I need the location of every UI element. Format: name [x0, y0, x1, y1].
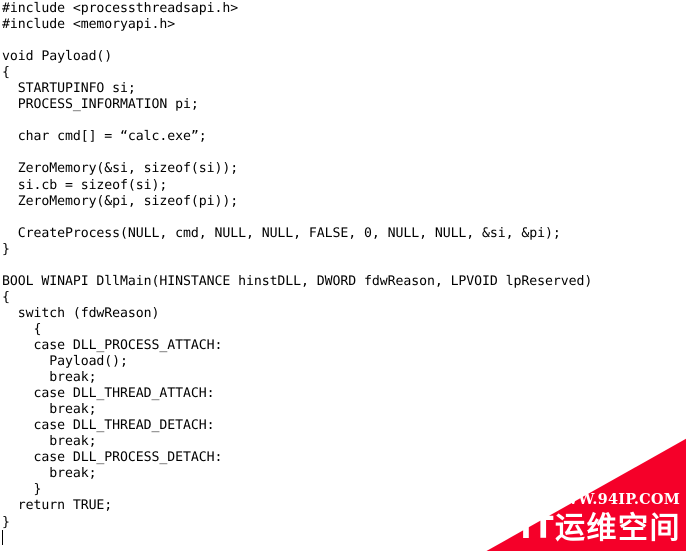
code-editor-surface: #include <processthreadsapi.h> #include …	[0, 0, 686, 551]
source-code-listing[interactable]: #include <processthreadsapi.h> #include …	[2, 1, 592, 531]
text-caret	[2, 530, 3, 545]
